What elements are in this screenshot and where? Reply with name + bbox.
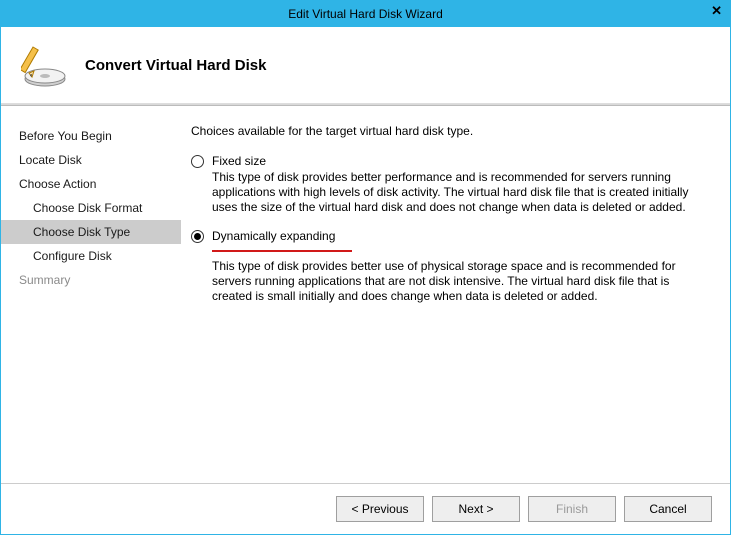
finish-button: Finish — [528, 496, 616, 522]
content-pane: Choices available for the target virtual… — [181, 106, 730, 483]
step-configure-disk[interactable]: Configure Disk — [1, 244, 181, 268]
step-before-you-begin[interactable]: Before You Begin — [1, 124, 181, 148]
step-locate-disk[interactable]: Locate Disk — [1, 148, 181, 172]
option-label: Fixed size — [212, 154, 266, 168]
option-label: Dynamically expanding — [212, 229, 335, 243]
radio-fixed-size[interactable]: Fixed size — [191, 154, 706, 168]
radio-icon — [191, 155, 204, 168]
wizard-body: Before You Begin Locate Disk Choose Acti… — [1, 106, 730, 483]
option-description: This type of disk provides better use of… — [212, 259, 706, 304]
radio-dynamically-expanding[interactable]: Dynamically expanding — [191, 229, 706, 243]
option-fixed-size: Fixed size This type of disk provides be… — [191, 154, 706, 215]
page-title: Convert Virtual Hard Disk — [85, 57, 266, 74]
wizard-footer: < Previous Next > Finish Cancel — [1, 483, 730, 534]
disk-pencil-icon — [21, 41, 69, 89]
titlebar: Edit Virtual Hard Disk Wizard ✕ — [1, 1, 730, 27]
step-choose-disk-type[interactable]: Choose Disk Type — [1, 220, 181, 244]
intro-text: Choices available for the target virtual… — [191, 124, 706, 138]
option-dynamically-expanding: Dynamically expanding This type of disk … — [191, 229, 706, 304]
option-description: This type of disk provides better perfor… — [212, 170, 706, 215]
step-summary: Summary — [1, 268, 181, 292]
wizard-header: Convert Virtual Hard Disk — [1, 27, 730, 103]
window-title: Edit Virtual Hard Disk Wizard — [288, 7, 443, 21]
previous-button[interactable]: < Previous — [336, 496, 424, 522]
cancel-button[interactable]: Cancel — [624, 496, 712, 522]
step-choose-action[interactable]: Choose Action — [1, 172, 181, 196]
next-button[interactable]: Next > — [432, 496, 520, 522]
annotation-underline — [212, 249, 352, 252]
close-icon[interactable]: ✕ — [711, 3, 722, 19]
radio-icon — [191, 230, 204, 243]
step-choose-disk-format[interactable]: Choose Disk Format — [1, 196, 181, 220]
step-sidebar: Before You Begin Locate Disk Choose Acti… — [1, 106, 181, 483]
